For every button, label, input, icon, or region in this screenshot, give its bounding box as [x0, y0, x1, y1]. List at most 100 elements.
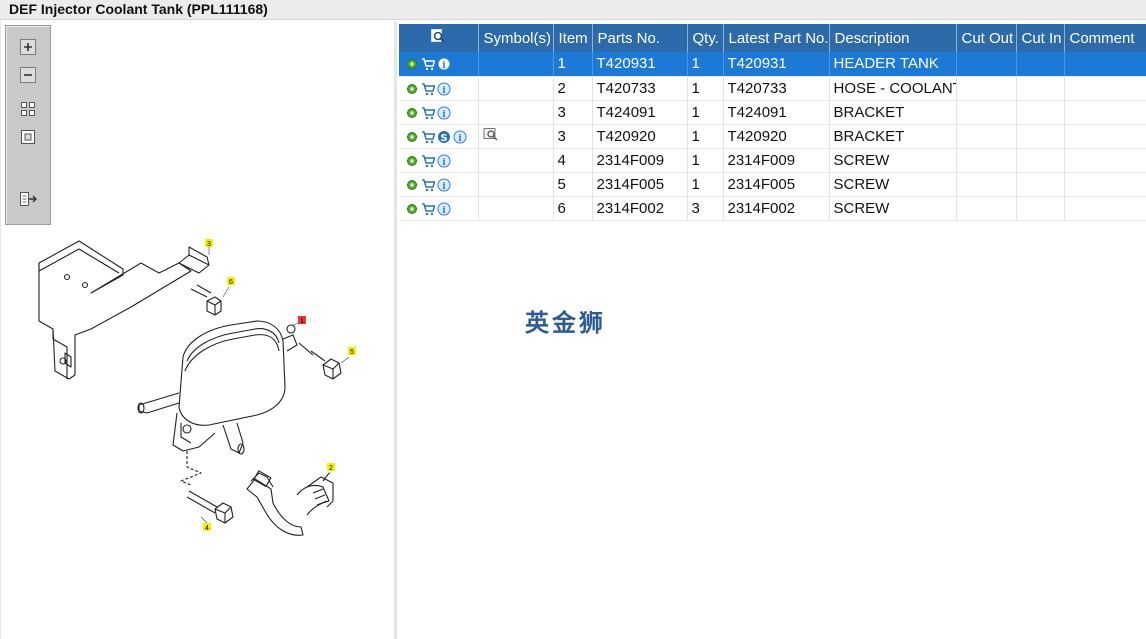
table-row[interactable]: S i 3 T420920 1 T420920 BRACKET	[399, 124, 1146, 149]
cart-icon[interactable]	[421, 178, 435, 192]
callout-6[interactable]: 6	[222, 277, 235, 298]
header-cut-out[interactable]: Cut Out	[956, 24, 1017, 52]
fit-window-button[interactable]	[18, 127, 38, 147]
gear-icon[interactable]	[405, 82, 419, 96]
cart-icon[interactable]	[421, 154, 435, 168]
header-description[interactable]: Description	[829, 24, 957, 52]
info-icon[interactable]: i	[437, 154, 451, 168]
table-row[interactable]: i 5 2314F005 1 2314F005 SCREW	[399, 172, 1146, 197]
info-icon[interactable]: i	[437, 202, 451, 216]
svg-text:5: 5	[350, 349, 354, 356]
svg-text:i: i	[442, 61, 446, 71]
cart-icon[interactable]	[421, 57, 435, 71]
cell-parts-no: T424091	[592, 100, 688, 125]
gear-icon[interactable]	[405, 57, 419, 71]
cell-qty: 1	[687, 148, 724, 173]
cell-qty: 3	[687, 196, 724, 221]
callout-1[interactable]: 1	[292, 316, 306, 326]
row-actions: i	[399, 52, 479, 77]
header-comment[interactable]: Comment	[1064, 24, 1146, 52]
cell-description: BRACKET	[829, 100, 957, 125]
svg-text:i: i	[442, 110, 446, 120]
cell-comment	[1064, 124, 1146, 149]
header-qty[interactable]: Qty.	[687, 24, 724, 52]
cell-comment	[1064, 148, 1146, 173]
cart-icon[interactable]	[421, 130, 435, 144]
parts-table: Symbol(s) Item Parts No. Qty. Latest Par…	[399, 24, 1146, 221]
svg-text:i: i	[442, 182, 446, 192]
cart-icon[interactable]	[421, 82, 435, 96]
table-row[interactable]: i 6 2314F002 3 2314F002 SCREW	[399, 196, 1146, 221]
gear-icon[interactable]	[405, 106, 419, 120]
cell-cut-in	[1016, 196, 1065, 221]
info-icon[interactable]: i	[437, 178, 451, 192]
gear-icon[interactable]	[405, 178, 419, 192]
svg-text:1: 1	[300, 318, 304, 325]
find-part-icon	[431, 29, 445, 43]
info-icon[interactable]: i	[437, 82, 451, 96]
callout-2[interactable]: 2	[327, 463, 335, 474]
export-icon	[20, 192, 37, 206]
svg-text:i: i	[442, 86, 446, 96]
cell-symbols	[478, 196, 554, 221]
view-symbol-icon[interactable]	[483, 127, 499, 141]
cell-item: 5	[553, 172, 593, 197]
zoom-in-icon	[20, 39, 36, 55]
cell-latest-part-no: T420931	[723, 52, 830, 77]
cell-comment	[1064, 172, 1146, 197]
header-find-column[interactable]	[399, 24, 479, 52]
cell-latest-part-no: T420920	[723, 124, 830, 149]
zoom-out-button[interactable]	[18, 65, 38, 85]
callout-3[interactable]: 3	[205, 239, 213, 255]
fit-all-icon	[21, 102, 35, 116]
cell-cut-in	[1016, 100, 1065, 125]
header-latest-part-no[interactable]: Latest Part No.	[723, 24, 830, 52]
svg-text:i: i	[458, 134, 462, 144]
cell-cut-out	[956, 100, 1017, 125]
cell-description: SCREW	[829, 148, 957, 173]
info-icon[interactable]: i	[437, 106, 451, 120]
gear-icon[interactable]	[405, 154, 419, 168]
table-row[interactable]: i 4 2314F009 1 2314F009 SCREW	[399, 148, 1146, 173]
gear-icon[interactable]	[405, 130, 419, 144]
coolant-hose-part	[246, 470, 334, 536]
info-icon[interactable]: i	[437, 57, 451, 71]
header-cut-in[interactable]: Cut In	[1016, 24, 1065, 52]
cell-parts-no: 2314F002	[592, 196, 688, 221]
supersession-icon[interactable]: S	[437, 130, 451, 144]
cell-cut-in	[1016, 52, 1065, 77]
fit-all-button[interactable]	[18, 99, 38, 119]
export-button[interactable]	[18, 189, 38, 209]
table-row[interactable]: i 3 T424091 1 T424091 BRACKET	[399, 100, 1146, 125]
cart-icon[interactable]	[421, 202, 435, 216]
callout-5[interactable]: 5	[340, 347, 356, 364]
zoom-in-button[interactable]	[18, 37, 38, 57]
screw-6-part	[190, 284, 222, 316]
cell-latest-part-no: 2314F009	[723, 148, 830, 173]
table-row[interactable]: i 2 T420733 1 T420733 HOSE - COOLANT	[399, 76, 1146, 101]
parts-list-panel: Symbol(s) Item Parts No. Qty. Latest Par…	[399, 21, 1146, 639]
screw-5-part	[298, 342, 342, 380]
cart-icon[interactable]	[421, 106, 435, 120]
table-row[interactable]: i 1 T420931 1 T420931 HEADER TANK	[399, 52, 1146, 77]
cell-description: SCREW	[829, 196, 957, 221]
row-actions: i	[399, 76, 479, 101]
header-item[interactable]: Item	[553, 24, 593, 52]
exploded-parts-diagram: 3 6 1 5 2 4	[38, 239, 356, 536]
cell-cut-out	[956, 52, 1017, 77]
screw-4-part	[186, 490, 234, 524]
cell-cut-out	[956, 196, 1017, 221]
cell-cut-out	[956, 124, 1017, 149]
header-symbols[interactable]: Symbol(s)	[478, 24, 554, 52]
cell-symbols	[478, 124, 554, 149]
table-header-row: Symbol(s) Item Parts No. Qty. Latest Par…	[399, 24, 1146, 52]
cell-description: SCREW	[829, 172, 957, 197]
watermark-text: 英金狮	[525, 309, 606, 337]
cell-latest-part-no: T420733	[723, 76, 830, 101]
header-parts-no[interactable]: Parts No.	[592, 24, 688, 52]
callout-4[interactable]: 4	[200, 516, 211, 532]
cell-qty: 1	[687, 100, 724, 125]
gear-icon[interactable]	[405, 202, 419, 216]
cell-cut-out	[956, 76, 1017, 101]
info-icon[interactable]: i	[453, 130, 467, 144]
